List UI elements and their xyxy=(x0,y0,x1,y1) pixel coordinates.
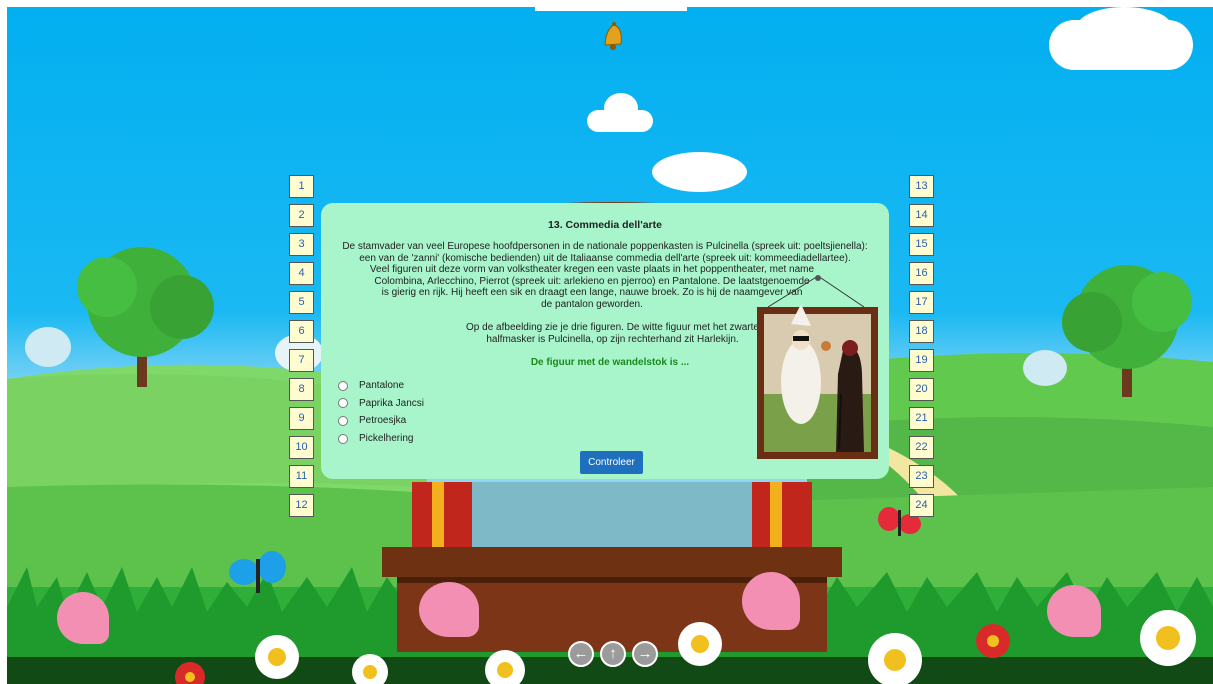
question-number-15[interactable]: 15 xyxy=(909,233,934,256)
question-number-12[interactable]: 12 xyxy=(289,494,314,517)
question-number-10[interactable]: 10 xyxy=(289,436,314,459)
question-number-24[interactable]: 24 xyxy=(909,494,934,517)
question-number-6[interactable]: 6 xyxy=(289,320,314,343)
question-number-18[interactable]: 18 xyxy=(909,320,934,343)
check-button[interactable]: Controleer xyxy=(580,451,643,474)
small-tree xyxy=(25,327,71,367)
tree-left xyxy=(77,247,214,387)
option-label: Petroesjka xyxy=(359,415,407,427)
question-number-14[interactable]: 14 xyxy=(909,204,934,227)
question-number-8[interactable]: 8 xyxy=(289,378,314,401)
tree-right xyxy=(1062,265,1192,397)
prev-button[interactable]: ← xyxy=(568,641,594,667)
radio-button[interactable] xyxy=(338,433,348,444)
paragraph-line: De stamvader van veel Europese hoofdpers… xyxy=(342,241,868,252)
question-number-4[interactable]: 4 xyxy=(289,262,314,285)
daisy xyxy=(678,622,722,666)
paragraph-line: Op de afbeelding zie je drie figuren. De… xyxy=(466,322,759,333)
red-flower xyxy=(175,662,205,684)
daisy xyxy=(868,633,922,684)
radio-button[interactable] xyxy=(338,398,348,409)
paragraph-line: een van de 'zanni' (komische bedienden) … xyxy=(359,252,851,264)
red-flower xyxy=(976,624,1010,658)
paragraph-line: halfmasker is Pulcinella, op zijn rechte… xyxy=(486,333,739,345)
option-label: Paprika Jancsi xyxy=(359,397,425,409)
paragraph-line: is gierig en rijk. Hij heeft een sik en … xyxy=(381,287,803,298)
question-number-1[interactable]: 1 xyxy=(289,175,314,198)
question-number-9[interactable]: 9 xyxy=(289,407,314,430)
daisy xyxy=(352,654,388,684)
flower xyxy=(419,582,479,637)
flower xyxy=(1047,585,1101,637)
answer-option[interactable]: Petroesjka xyxy=(338,415,406,426)
arrow-up-icon: ↑ xyxy=(609,645,617,662)
flower xyxy=(57,592,109,644)
daisy xyxy=(255,635,299,679)
next-button[interactable]: → xyxy=(632,641,658,667)
option-label: Pantalone xyxy=(359,380,405,391)
paragraph-line: Colombina, Arlecchino, Pierrot (spreek u… xyxy=(374,275,810,287)
paragraph-line: Veel figuren uit deze vorm van volksthea… xyxy=(369,264,815,275)
answer-option[interactable]: Paprika Jancsi xyxy=(338,398,424,409)
daisy xyxy=(1140,610,1196,666)
question-number-16[interactable]: 16 xyxy=(909,262,934,285)
question-number-23[interactable]: 23 xyxy=(909,465,934,488)
answer-option[interactable]: Pickelhering xyxy=(338,433,413,444)
flower xyxy=(742,572,800,630)
arrow-right-icon: → xyxy=(637,645,653,662)
paragraph-line: de pantalon geworden. xyxy=(541,298,643,310)
question-number-19[interactable]: 19 xyxy=(909,349,934,372)
question-number-2[interactable]: 2 xyxy=(289,204,314,227)
up-button[interactable]: ↑ xyxy=(600,641,626,667)
option-label: Pickelhering xyxy=(359,433,414,445)
small-tree xyxy=(1023,350,1067,386)
question-number-3[interactable]: 3 xyxy=(289,233,314,256)
answer-option[interactable]: Pantalone xyxy=(338,380,404,391)
question-number-11[interactable]: 11 xyxy=(289,465,314,488)
question-title: 13. Commedia dell'arte xyxy=(548,219,662,231)
question-number-13[interactable]: 13 xyxy=(909,175,934,198)
question-number-20[interactable]: 20 xyxy=(909,378,934,401)
question-prompt: De figuur met de wandelstok is ... xyxy=(530,357,690,368)
butterfly-blue xyxy=(229,551,286,593)
question-number-22[interactable]: 22 xyxy=(909,436,934,459)
question-number-5[interactable]: 5 xyxy=(289,291,314,314)
question-number-17[interactable]: 17 xyxy=(909,291,934,314)
radio-button[interactable] xyxy=(338,415,348,426)
radio-button[interactable] xyxy=(338,380,348,391)
arrow-left-icon: ← xyxy=(573,645,589,662)
question-number-21[interactable]: 21 xyxy=(909,407,934,430)
daisy xyxy=(485,650,525,684)
question-number-7[interactable]: 7 xyxy=(289,349,314,372)
painting-commedia-figures xyxy=(757,275,878,459)
